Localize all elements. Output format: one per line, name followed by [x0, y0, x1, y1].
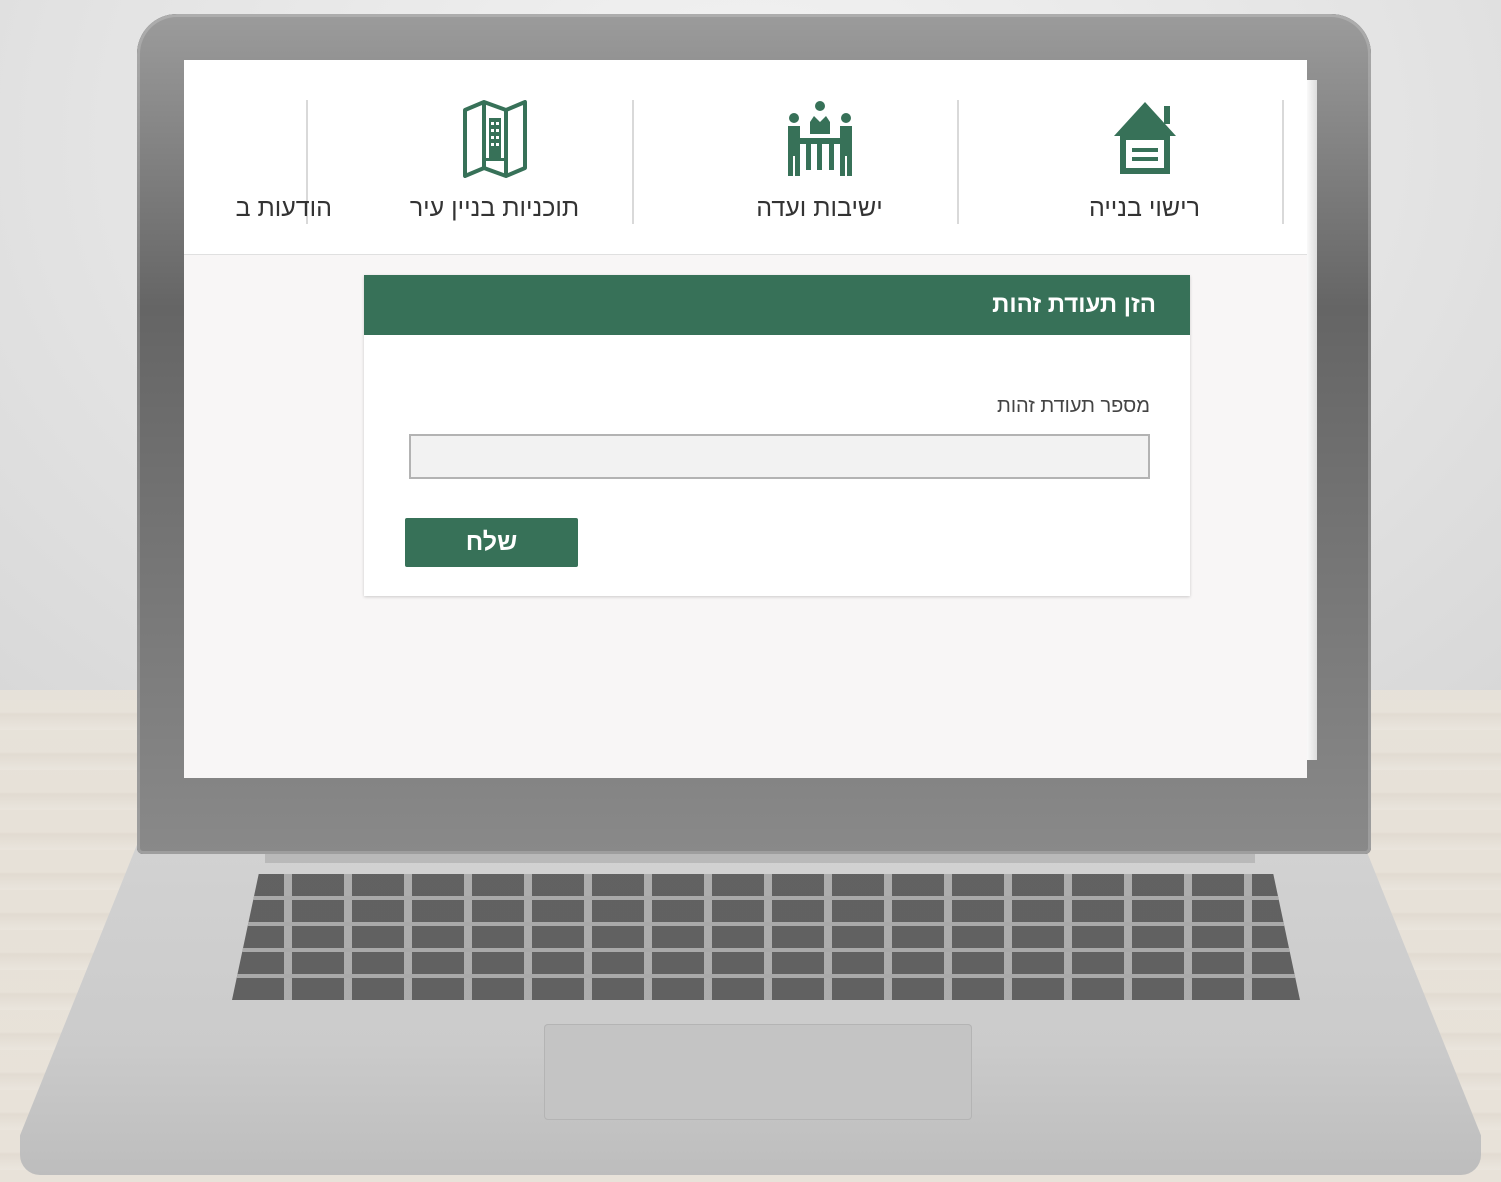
- nav-label-committee-meetings: ישיבות ועדה: [756, 194, 883, 222]
- id-number-input[interactable]: [409, 434, 1150, 479]
- card-title: הזן תעודת זהות: [364, 275, 1190, 335]
- laptop-keyboard-rows: [232, 874, 1300, 1000]
- house-icon: [1112, 100, 1178, 184]
- laptop-trackpad: [544, 1024, 972, 1120]
- nav-item-committee-meetings[interactable]: ישיבות ועדה: [657, 100, 982, 224]
- nav-label-city-building-plans: תוכניות בניין עיר: [409, 194, 580, 222]
- nav-item-building-licensing[interactable]: רישוי בנייה: [982, 100, 1307, 224]
- top-navigation: רישוי בנייה ישיבות ועדה תוכניות בניין עי…: [184, 60, 1307, 255]
- committee-meeting-icon: [786, 100, 854, 184]
- nav-label-notices: הודעות ב: [235, 194, 332, 222]
- nav-item-notices[interactable]: הודעות ב: [184, 100, 332, 224]
- id-number-label: מספר תעודת זהות: [997, 395, 1150, 417]
- nav-divider: [1282, 100, 1284, 224]
- submit-button[interactable]: שלח: [405, 518, 578, 567]
- nav-item-city-building-plans[interactable]: תוכניות בניין עיר: [332, 100, 657, 224]
- city-plan-map-icon: [462, 100, 528, 184]
- id-entry-card: הזן תעודת זהות מספר תעודת זהות שלח: [364, 275, 1190, 596]
- laptop-screen: רישוי בנייה ישיבות ועדה תוכניות בניין עי…: [184, 60, 1307, 778]
- nav-label-building-licensing: רישוי בנייה: [1088, 194, 1201, 222]
